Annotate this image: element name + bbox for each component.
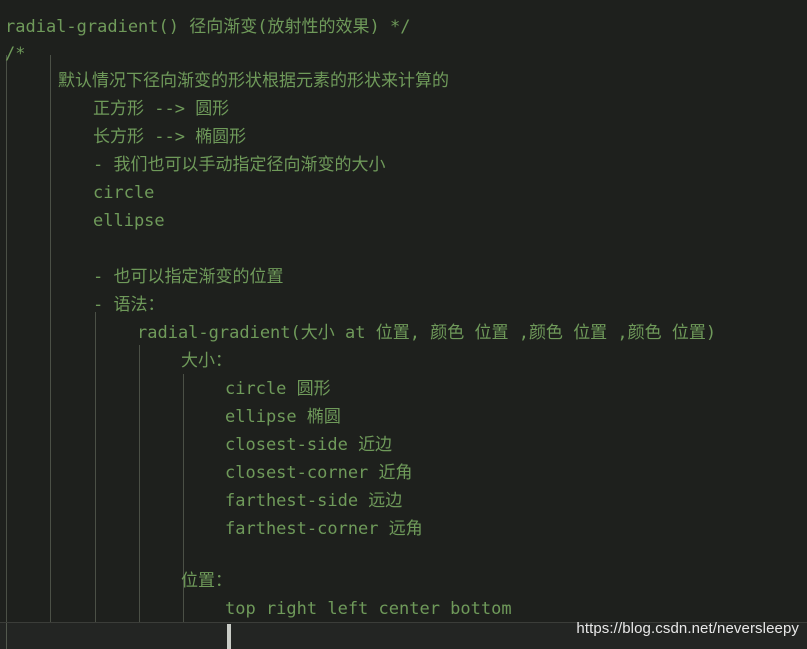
code-line: farthest-side 远边 xyxy=(225,491,403,511)
code-line: radial-gradient() 径向渐变(放射性的效果) */ xyxy=(5,17,411,37)
indent-guide-continuation xyxy=(6,623,7,649)
code-line: 默认情况下径向渐变的形状根据元素的形状来计算的 xyxy=(58,71,449,91)
code-line: 正方形 --> 圆形 xyxy=(93,99,230,119)
code-line: radial-gradient(大小 at 位置, 颜色 位置 ,颜色 位置 ,… xyxy=(137,323,717,343)
code-line: circle xyxy=(93,183,155,203)
code-line: 位置： xyxy=(181,571,232,591)
code-line: ellipse xyxy=(93,211,165,231)
watermark-url: https://blog.csdn.net/neversleepy xyxy=(576,620,799,637)
code-line: - 语法： xyxy=(93,295,165,315)
code-line: closest-corner 近角 xyxy=(225,463,413,483)
code-line: - 也可以指定渐变的位置 xyxy=(93,267,284,287)
code-editor-screenshot: radial-gradient() 径向渐变(放射性的效果) */ /* 默认情况下… xyxy=(0,0,807,649)
text-cursor xyxy=(227,624,231,649)
code-line: farthest-corner 远角 xyxy=(225,519,423,539)
code-line: 长方形 --> 椭圆形 xyxy=(93,127,247,147)
code-line: 大小： xyxy=(181,351,232,371)
code-editor-text-area[interactable]: radial-gradient() 径向渐变(放射性的效果) */ /* 默认情况下… xyxy=(0,0,807,622)
code-line: closest-side 近边 xyxy=(225,435,393,455)
code-line: circle 圆形 xyxy=(225,379,331,399)
code-line: /* xyxy=(5,44,26,64)
code-line: ellipse 椭圆 xyxy=(225,407,341,427)
code-line: - 我们也可以手动指定径向渐变的大小 xyxy=(93,155,386,175)
code-line: top right left center bottom xyxy=(225,599,512,619)
